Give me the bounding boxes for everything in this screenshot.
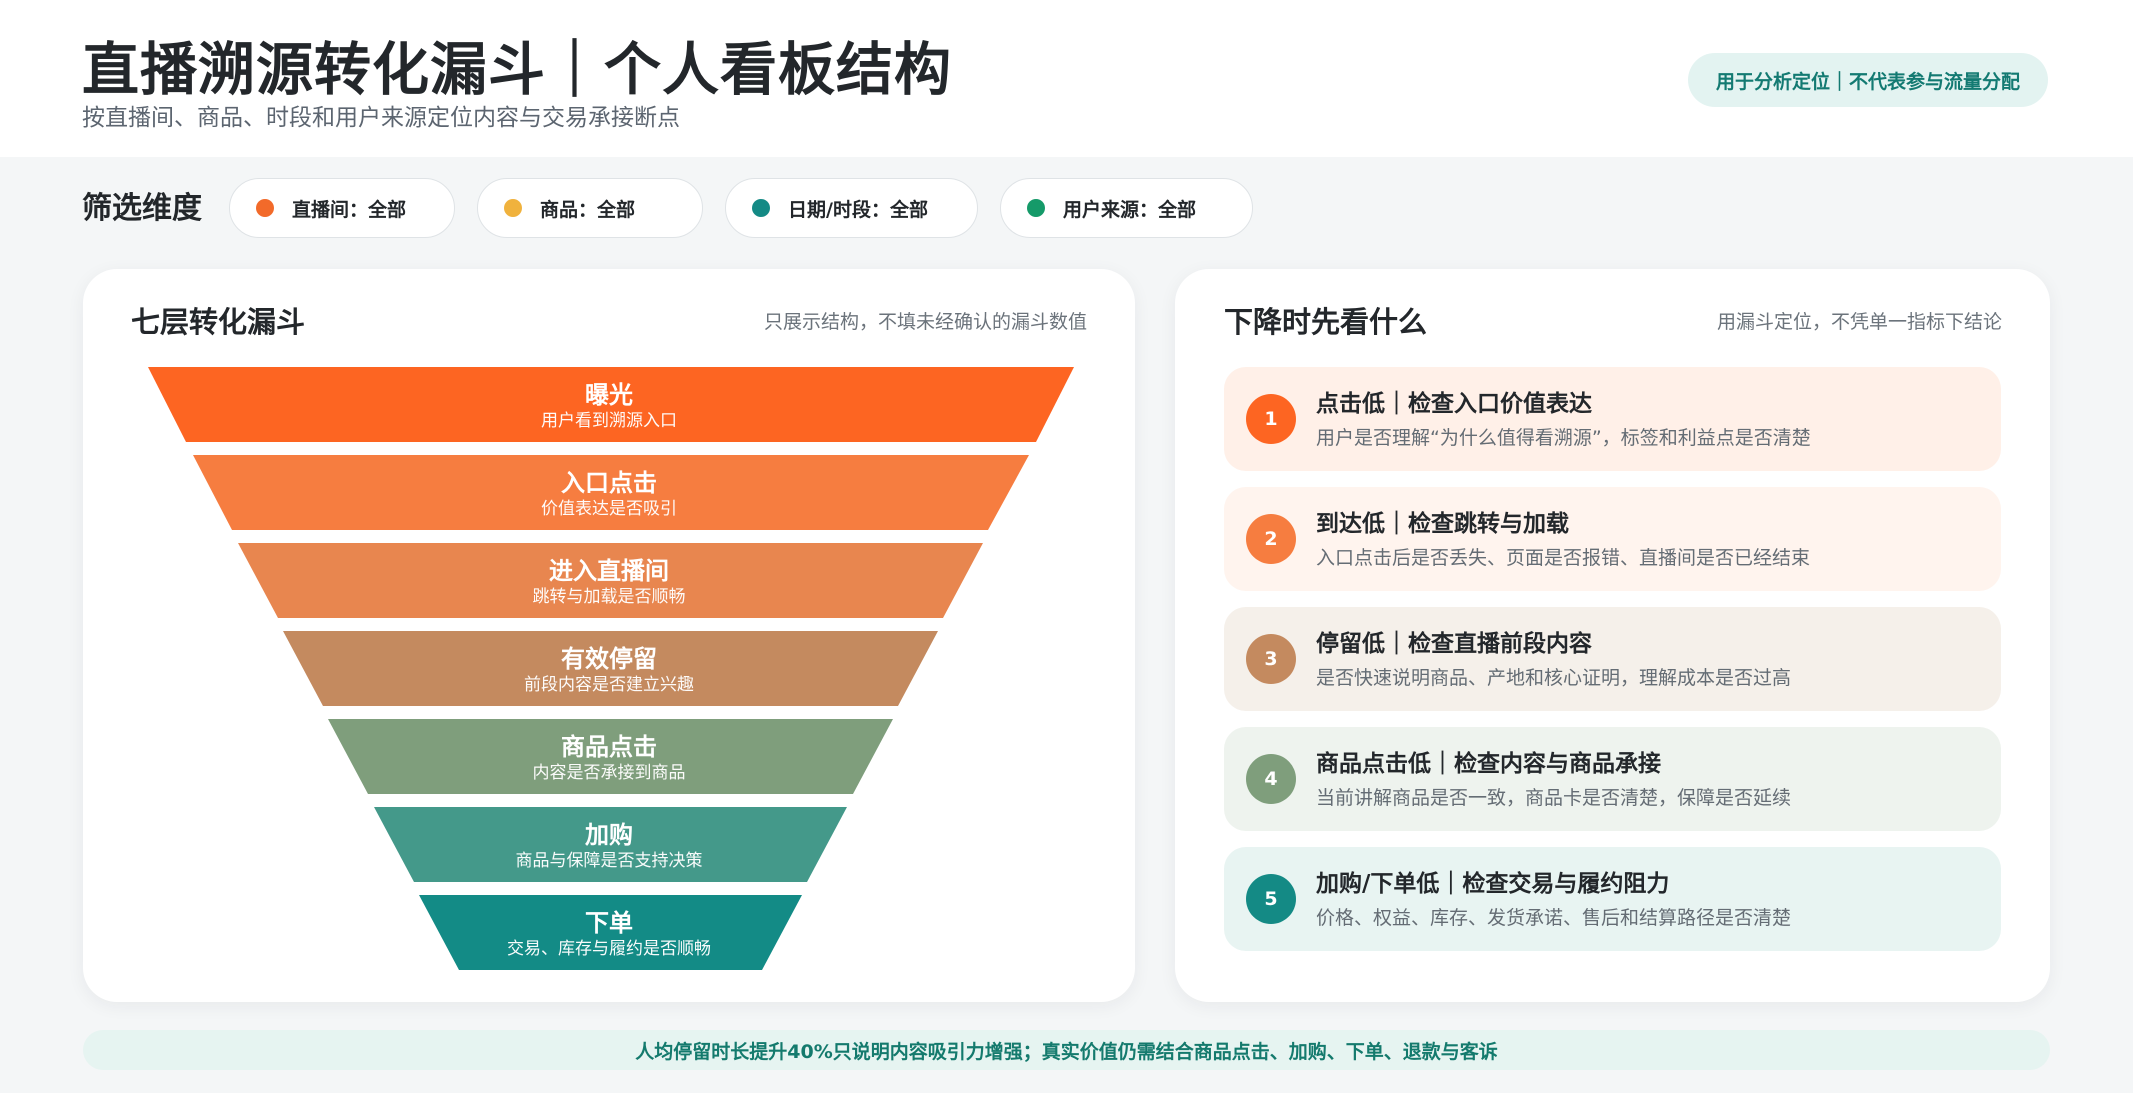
filter-chip-product[interactable]: 商品：全部	[477, 178, 703, 238]
funnel-tier-desc: 前段内容是否建立兴趣	[524, 675, 694, 695]
filter-chip-live-room[interactable]: 直播间：全部	[229, 178, 455, 238]
funnel-tier-exposure[interactable]: 曝光 用户看到溯源入口	[309, 380, 909, 432]
filter-chip-label: 直播间：全部	[292, 198, 407, 221]
check-item-click[interactable]: 1 点击低｜检查入口价值表达 用户是否理解“为什么值得看溯源”，标签和利益点是否…	[1224, 367, 2001, 471]
funnel-tier-desc: 内容是否承接到商品	[532, 763, 686, 783]
funnel-tier-name: 有效停留	[561, 645, 657, 673]
step-number-badge: 4	[1246, 754, 1296, 804]
funnel-tier-desc: 交易、库存与履约是否顺畅	[507, 939, 711, 959]
funnel-tier-name: 进入直播间	[549, 557, 669, 585]
checks-card-title: 下降时先看什么	[1224, 305, 1428, 339]
check-item-desc: 当前讲解商品是否一致，商品卡是否清楚，保障是否延续	[1316, 787, 1792, 809]
check-item-arrival[interactable]: 2 到达低｜检查跳转与加载 入口点击后是否丢失、页面是否报错、直播间是否已经结束	[1224, 487, 2001, 591]
step-number-badge: 3	[1246, 634, 1296, 684]
check-item-title: 停留低｜检查直播前段内容	[1316, 631, 1592, 657]
filter-title: 筛选维度	[82, 191, 202, 226]
check-item-title: 点击低｜检查入口价值表达	[1316, 391, 1592, 417]
live-room-dot-icon	[256, 199, 274, 217]
check-item-product-click[interactable]: 4 商品点击低｜检查内容与商品承接 当前讲解商品是否一致，商品卡是否清楚，保障是…	[1224, 727, 2001, 831]
step-number-badge: 5	[1246, 874, 1296, 924]
funnel-tier-name: 入口点击	[561, 469, 657, 497]
product-dot-icon	[504, 199, 522, 217]
funnel-card-title: 七层转化漏斗	[131, 305, 306, 339]
filter-chip-label: 用户来源：全部	[1063, 198, 1197, 221]
funnel-tier-name: 曝光	[585, 381, 633, 409]
check-item-title: 商品点击低｜检查内容与商品承接	[1316, 751, 1661, 777]
check-item-desc: 价格、权益、库存、发货承诺、售后和结算路径是否清楚	[1316, 907, 1792, 929]
check-item-order[interactable]: 5 加购/下单低｜检查交易与履约阻力 价格、权益、库存、发货承诺、售后和结算路径…	[1224, 847, 2001, 951]
funnel-shapes	[148, 367, 1074, 970]
check-item-desc: 是否快速说明商品、产地和核心证明，理解成本是否过高	[1316, 667, 1792, 689]
funnel-card-note: 只展示结构，不填未经确认的漏斗数值	[763, 311, 1087, 333]
funnel-card: 曝光 用户看到溯源入口 入口点击 价值表达是否吸引 进入直播间 跳转与加载是否顺…	[83, 269, 1135, 1002]
filter-chip-date-time[interactable]: 日期/时段：全部	[725, 178, 978, 238]
check-item-title: 到达低｜检查跳转与加载	[1316, 511, 1569, 537]
funnel-tier-desc: 跳转与加载是否顺畅	[532, 587, 686, 607]
checks-card-note: 用漏斗定位，不凭单一指标下结论	[1716, 311, 2002, 333]
funnel-tier-add-cart[interactable]: 加购 商品与保障是否支持决策	[309, 820, 909, 872]
page-subtitle: 按直播间、商品、时段和用户来源定位内容与交易承接断点	[82, 105, 680, 131]
funnel-tier-name: 下单	[585, 909, 633, 937]
funnel-tier-desc: 商品与保障是否支持决策	[515, 851, 703, 871]
filter-chip-label: 日期/时段：全部	[788, 198, 928, 221]
check-item-stay[interactable]: 3 停留低｜检查直播前段内容 是否快速说明商品、产地和核心证明，理解成本是否过高	[1224, 607, 2001, 711]
usage-badge: 用于分析定位｜不代表参与流量分配	[1688, 53, 2048, 107]
user-source-dot-icon	[1027, 199, 1045, 217]
funnel-tier-name: 加购	[585, 821, 633, 849]
funnel-diagram: 曝光 用户看到溯源入口 入口点击 价值表达是否吸引 进入直播间 跳转与加载是否顺…	[83, 269, 1135, 1002]
funnel-tier-product-click[interactable]: 商品点击 内容是否承接到商品	[309, 732, 909, 784]
page-title: 直播溯源转化漏斗｜个人看板结构	[82, 37, 952, 103]
funnel-tier-entry-click[interactable]: 入口点击 价值表达是否吸引	[309, 468, 909, 520]
step-number-badge: 2	[1246, 514, 1296, 564]
funnel-tier-name: 商品点击	[561, 733, 657, 761]
footer-insight: 人均停留时长提升40%只说明内容吸引力增强；真实价值仍需结合商品点击、加购、下单…	[83, 1030, 2050, 1070]
date-time-dot-icon	[752, 199, 770, 217]
check-item-desc: 用户是否理解“为什么值得看溯源”，标签和利益点是否清楚	[1316, 427, 1811, 449]
header: 直播溯源转化漏斗｜个人看板结构 按直播间、商品、时段和用户来源定位内容与交易承接…	[0, 0, 2133, 157]
funnel-tier-desc: 价值表达是否吸引	[541, 499, 677, 519]
check-item-title: 加购/下单低｜检查交易与履约阻力	[1316, 871, 1670, 897]
check-item-desc: 入口点击后是否丢失、页面是否报错、直播间是否已经结束	[1316, 547, 1811, 569]
funnel-tier-order[interactable]: 下单 交易、库存与履约是否顺畅	[309, 908, 909, 960]
filter-chip-label: 商品：全部	[540, 198, 636, 221]
filter-chip-user-source[interactable]: 用户来源：全部	[1000, 178, 1253, 238]
step-number-badge: 1	[1246, 394, 1296, 444]
checks-card: 下降时先看什么 用漏斗定位，不凭单一指标下结论 1 点击低｜检查入口价值表达 用…	[1175, 269, 2050, 1002]
funnel-tier-desc: 用户看到溯源入口	[541, 411, 677, 431]
funnel-tier-stay[interactable]: 有效停留 前段内容是否建立兴趣	[309, 644, 909, 696]
funnel-tier-enter-room[interactable]: 进入直播间 跳转与加载是否顺畅	[309, 556, 909, 608]
